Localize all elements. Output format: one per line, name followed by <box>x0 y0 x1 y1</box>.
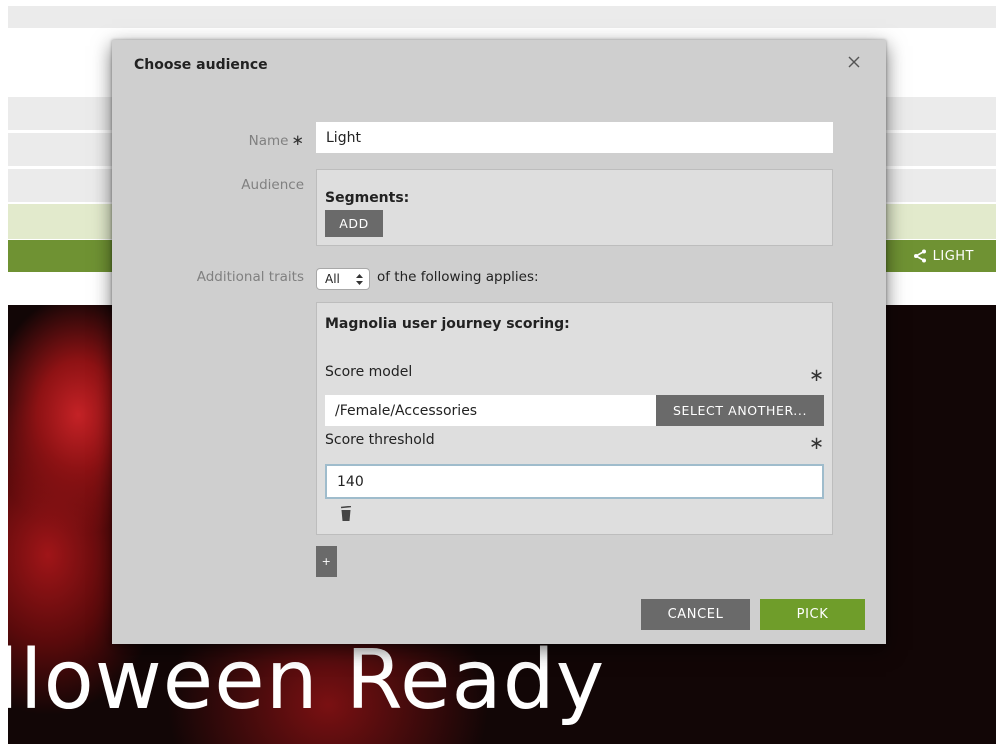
required-mark: ∗ <box>808 433 824 454</box>
cancel-button[interactable]: CANCEL <box>641 599 750 630</box>
score-threshold-label: Score threshold <box>325 432 435 448</box>
trait-heading: Magnolia user journey scoring: <box>325 316 570 332</box>
name-label: Name ∗ <box>249 131 304 149</box>
segments-heading: Segments: <box>325 190 410 206</box>
additional-traits-label: Additional traits <box>196 269 304 285</box>
background-top-bar <box>8 6 996 28</box>
close-button[interactable] <box>844 52 864 72</box>
select-arrows-icon <box>356 273 363 285</box>
score-model-field[interactable] <box>325 395 656 426</box>
close-icon <box>848 56 860 68</box>
trash-icon[interactable] <box>339 506 353 522</box>
score-threshold-field[interactable] <box>325 464 824 499</box>
dialog-title: Choose audience <box>134 57 268 73</box>
add-segment-button[interactable]: ADD <box>325 210 383 237</box>
score-model-label: Score model <box>325 364 413 380</box>
select-another-button[interactable]: SELECT ANOTHER... <box>656 395 824 426</box>
segments-panel: Segments: ADD <box>316 169 833 246</box>
traits-suffix: of the following applies: <box>377 269 539 285</box>
trait-panel: Magnolia user journey scoring: Score mod… <box>316 302 833 535</box>
traits-match-select[interactable]: All <box>316 268 370 290</box>
share-icon <box>913 249 926 263</box>
name-field[interactable] <box>316 122 833 153</box>
name-label-text: Name <box>248 133 289 149</box>
hero-title: lloween Ready <box>8 633 606 728</box>
required-mark: ∗ <box>291 131 304 149</box>
traits-select-value: All <box>325 272 340 286</box>
persona-chip[interactable]: LIGHT <box>913 240 974 272</box>
choose-audience-dialog: Choose audience Name∗ Audience Segments:… <box>112 40 886 644</box>
audience-label: Audience <box>241 177 304 193</box>
persona-label: LIGHT <box>932 248 974 264</box>
required-mark: ∗ <box>808 365 824 386</box>
add-trait-button[interactable]: + <box>316 546 337 577</box>
pick-button[interactable]: PICK <box>760 599 865 630</box>
